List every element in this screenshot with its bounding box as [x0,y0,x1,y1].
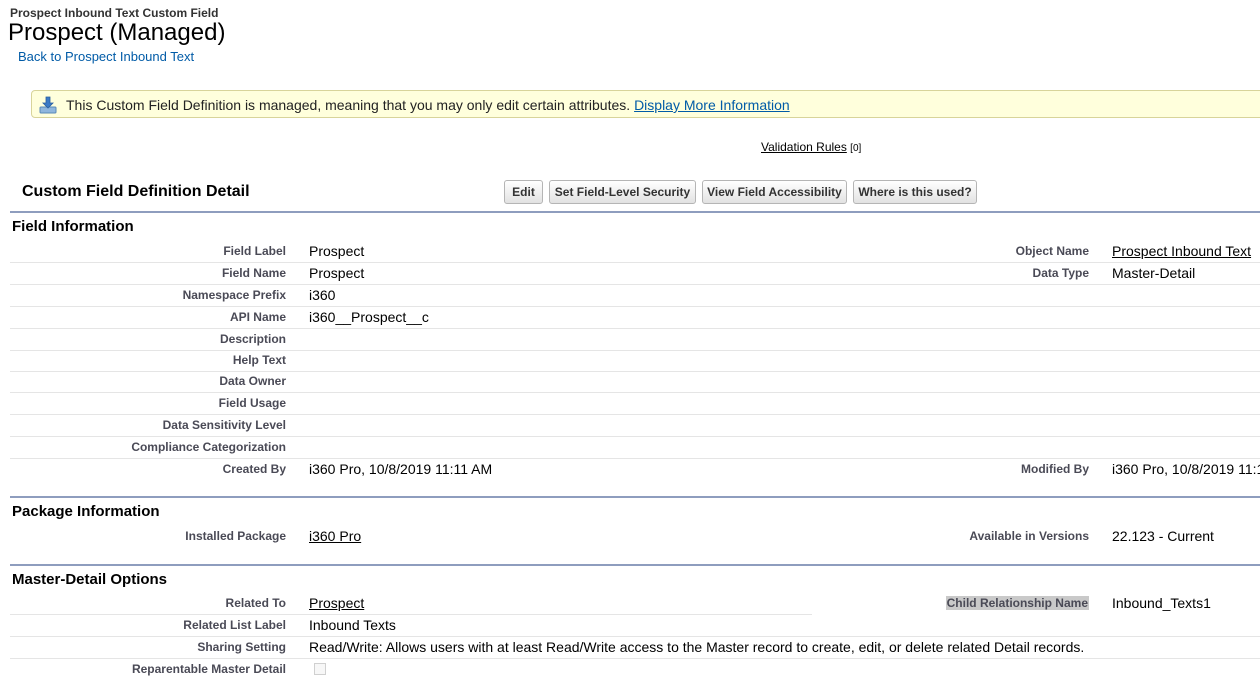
sharing-setting-row: Sharing Setting Read/Write: Allows users… [10,636,1260,659]
notice-text: This Custom Field Definition is managed,… [66,97,631,113]
data-type-label: Data Type [1032,266,1089,280]
installed-package-link[interactable]: i360 Pro [309,528,361,544]
api-name-value: i360__Prospect__c [309,309,429,325]
modified-by-value: i360 Pro, 10/8/2019 11:11 AM [1112,461,1260,477]
section-divider [10,564,1260,566]
namespace-prefix-label: Namespace Prefix [182,288,286,302]
help-text-label: Help Text [232,353,286,367]
sharing-setting-value: Read/Write: Allows users with at least R… [309,639,1085,655]
where-is-this-used-button[interactable]: Where is this used? [853,180,977,204]
help-text-row: Help Text [10,349,1260,372]
reparentable-row: Reparentable Master Detail [10,658,1260,680]
description-row: Description [10,328,1260,351]
page-title: Prospect (Managed) [8,19,226,46]
related-list-label-label: Related List Label [183,618,286,632]
available-versions-label: Available in Versions [969,529,1089,543]
modified-by-label: Modified By [1021,462,1089,476]
data-owner-label: Data Owner [219,374,286,388]
object-name-label: Object Name [1015,244,1089,258]
created-by-value: i360 Pro, 10/8/2019 11:11 AM [309,461,493,477]
download-arrow-icon [39,96,57,114]
related-to-row: Related To Prospect Child Relationship N… [10,592,1260,615]
field-label-label: Field Label [223,244,286,258]
compliance-row: Compliance Categorization [10,436,1260,459]
view-field-accessibility-button[interactable]: View Field Accessibility [702,180,847,204]
child-relationship-value: Inbound_Texts1 [1112,595,1211,611]
related-list-label-row: Related List Label Inbound Texts [10,614,1260,637]
validation-rules-count: [0] [850,143,862,154]
related-list-label-value: Inbound Texts [309,617,396,633]
installed-package-row: Installed Package i360 Pro Available in … [10,525,1260,547]
compliance-label: Compliance Categorization [131,440,286,454]
object-name-link[interactable]: Prospect Inbound Text [1112,243,1251,259]
sharing-setting-label: Sharing Setting [197,640,286,654]
created-by-row: Created By i360 Pro, 10/8/2019 11:11 AM … [10,458,1260,480]
data-type-value: Master-Detail [1112,265,1196,281]
field-label-value: Prospect [309,243,365,259]
object-type-label: Prospect Inbound Text Custom Field [10,6,219,20]
package-information-heading: Package Information [12,503,160,520]
back-link[interactable]: Back to Prospect Inbound Text [18,49,194,64]
validation-rules-link-container: Validation Rules [0] [761,140,861,154]
validation-rules-link[interactable]: Validation Rules [761,140,847,154]
related-to-link[interactable]: Prospect [309,595,364,611]
description-label: Description [219,332,286,346]
related-to-label: Related To [225,596,286,610]
reparentable-checkbox [314,663,326,675]
data-sensitivity-row: Data Sensitivity Level [10,414,1260,437]
child-relationship-label: Child Relationship Name [945,596,1089,610]
available-versions-value: 22.123 - Current [1112,528,1214,544]
field-usage-row: Field Usage [10,392,1260,415]
data-sensitivity-label: Data Sensitivity Level [162,418,286,432]
namespace-prefix-value: i360 [309,287,336,303]
section-divider [10,496,1260,498]
master-detail-options-heading: Master-Detail Options [12,571,168,588]
field-usage-label: Field Usage [218,396,286,410]
display-more-info-link[interactable]: Display More Information [634,97,790,113]
reparentable-label: Reparentable Master Detail [131,662,286,676]
detail-title: Custom Field Definition Detail [22,183,250,200]
installed-package-label: Installed Package [185,529,286,543]
namespace-prefix-row: Namespace Prefix i360 [10,284,1260,307]
field-name-value: Prospect [309,265,365,281]
data-owner-row: Data Owner [10,370,1260,393]
created-by-label: Created By [222,462,286,476]
edit-button[interactable]: Edit [504,180,543,204]
field-name-row: Field Name Prospect Data Type Master-Det… [10,262,1260,285]
field-label-row: Field Label Prospect Object Name Prospec… [10,240,1260,263]
field-information-heading: Field Information [12,218,134,235]
section-divider [10,211,1260,213]
field-name-label: Field Name [221,266,286,280]
set-field-level-security-button[interactable]: Set Field-Level Security [549,180,696,204]
api-name-label: API Name [229,310,286,324]
api-name-row: API Name i360__Prospect__c [10,306,1260,329]
managed-notice-banner: This Custom Field Definition is managed,… [31,90,1260,118]
